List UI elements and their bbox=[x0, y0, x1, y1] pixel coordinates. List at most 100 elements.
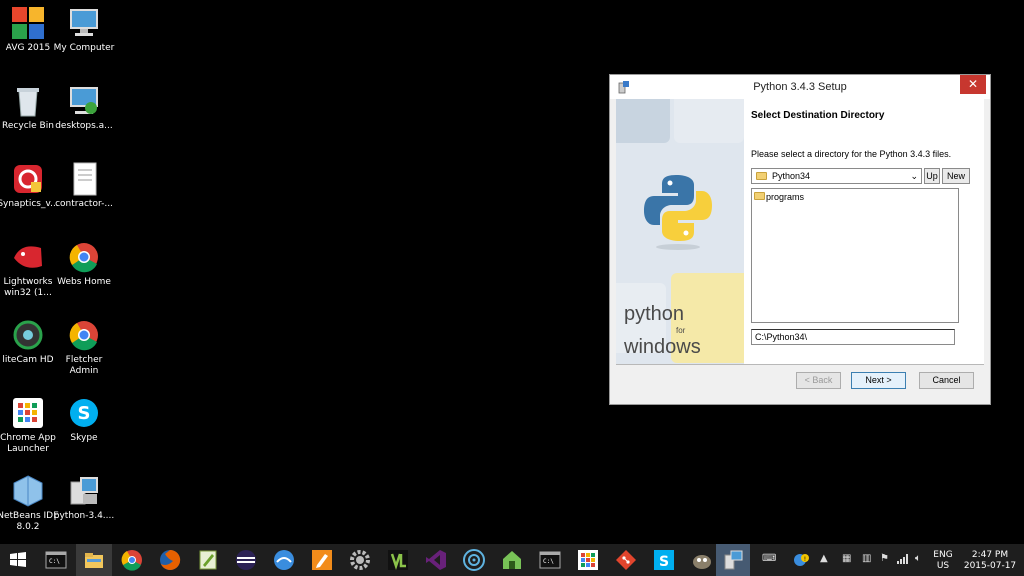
avg-icon bbox=[11, 6, 45, 40]
desktop-icon-label: Chrome App Launcher bbox=[0, 433, 56, 454]
synaptics-installer-icon bbox=[11, 162, 45, 196]
clock-date: 2015-07-17 bbox=[963, 561, 1017, 571]
desktop-icon-desktops[interactable]: desktops.a... bbox=[53, 84, 115, 132]
cancel-button[interactable]: Cancel bbox=[919, 372, 974, 389]
installer-icon bbox=[67, 474, 101, 508]
taskbar-app-launcher[interactable] bbox=[570, 544, 606, 576]
desktop-icon-python-installer[interactable]: python-3.4.... bbox=[53, 474, 115, 522]
taskbar-gimp[interactable] bbox=[684, 544, 720, 576]
skype-icon: S bbox=[653, 549, 675, 571]
input-language[interactable]: ENG US bbox=[930, 550, 956, 572]
taskbar-git[interactable] bbox=[608, 544, 644, 576]
desktop-icon-label: Skype bbox=[70, 433, 98, 443]
action-center-icon[interactable]: ! bbox=[793, 553, 809, 570]
pencil-icon bbox=[311, 549, 333, 571]
desktop-icon-label: liteCam HD bbox=[2, 355, 54, 365]
visual-studio-icon bbox=[425, 549, 447, 571]
taskbar: C:\ C:\ S ⌨ ! ▲ ▦ ▥ ⚑ 🔈︎ ENG US 2:47 PM … bbox=[0, 544, 1024, 576]
taskbar-eclipse[interactable] bbox=[228, 544, 264, 576]
taskbar-atom[interactable] bbox=[456, 544, 492, 576]
new-folder-button[interactable]: New bbox=[942, 168, 970, 184]
back-button[interactable]: < Back bbox=[796, 372, 841, 389]
taskbar-vlc[interactable] bbox=[380, 544, 416, 576]
desktop-icon-webs-home[interactable]: Webs Home bbox=[53, 240, 115, 288]
page-heading: Select Destination Directory bbox=[751, 110, 885, 121]
taskbar-skype[interactable]: S bbox=[646, 544, 682, 576]
keyboard-icon[interactable]: ⌨ bbox=[762, 553, 776, 564]
desktop-icon-label: contractor-... bbox=[55, 199, 113, 209]
desktop-icon-synaptics[interactable]: Synaptics_v... bbox=[0, 162, 59, 210]
litecam-icon bbox=[11, 318, 45, 352]
chrome-icon bbox=[67, 240, 101, 274]
network-icon[interactable]: ▥ bbox=[862, 553, 871, 564]
volume-icon[interactable]: 🔈︎ bbox=[915, 553, 921, 564]
desktop-icon-my-computer[interactable]: My Computer bbox=[53, 6, 115, 54]
folder-name: programs bbox=[766, 192, 805, 202]
python-banner: python for windows bbox=[616, 99, 744, 364]
desktop-icon-netbeans[interactable]: NetBeans IDE 8.0.2 bbox=[0, 474, 59, 533]
android-icon bbox=[501, 549, 523, 571]
network-computer-icon bbox=[67, 84, 101, 118]
desktop-icon-contractor[interactable]: contractor-... bbox=[53, 162, 115, 210]
taskbar-firefox[interactable] bbox=[152, 544, 188, 576]
desktop-icon-avg[interactable]: AVG 2015 bbox=[0, 6, 59, 54]
content-panel: Select Destination Directory Please sele… bbox=[744, 99, 984, 364]
taskbar-python-setup[interactable] bbox=[716, 544, 750, 576]
desktop-icon-chrome-app-launcher[interactable]: Chrome App Launcher bbox=[0, 396, 59, 455]
taskbar-command-prompt[interactable]: C:\ bbox=[38, 544, 74, 576]
close-button[interactable]: ✕ bbox=[960, 75, 986, 94]
desktop-icon-fletcher-admin[interactable]: Fletcher Admin bbox=[53, 318, 115, 377]
taskbar-fiddler[interactable] bbox=[266, 544, 302, 576]
taskbar-settings[interactable] bbox=[342, 544, 378, 576]
folder-icon bbox=[754, 192, 765, 200]
desktop-icon-label: desktops.a... bbox=[55, 121, 113, 131]
command-prompt-icon: C:\ bbox=[45, 549, 67, 571]
title-bar[interactable]: Python 3.4.3 Setup ✕ bbox=[610, 75, 990, 99]
brand-for-text: for bbox=[676, 326, 686, 335]
desktop-icon-label: Lightworks win32 (1... bbox=[3, 277, 53, 298]
gimp-icon bbox=[691, 549, 713, 571]
app-launcher-icon bbox=[577, 549, 599, 571]
taskbar-notepad-plus[interactable] bbox=[190, 544, 226, 576]
fiddler-icon bbox=[273, 549, 295, 571]
desktop-icon-label: NetBeans IDE 8.0.2 bbox=[0, 511, 59, 532]
taskbar-pencil-app[interactable] bbox=[304, 544, 340, 576]
vlc-icon bbox=[387, 549, 409, 571]
directory-select[interactable]: Python34 ⌄ bbox=[751, 168, 922, 184]
flag-icon[interactable]: ⚑ bbox=[880, 553, 889, 564]
path-input[interactable]: C:\Python34\ bbox=[751, 329, 955, 345]
clock[interactable]: 2:47 PM 2015-07-17 bbox=[962, 550, 1018, 572]
taskbar-chrome[interactable] bbox=[114, 544, 150, 576]
app-launcher-icon bbox=[11, 396, 45, 430]
taskbar-android[interactable] bbox=[494, 544, 530, 576]
setup-dialog: Python 3.4.3 Setup ✕ python for windows … bbox=[609, 74, 991, 405]
svg-text:C:\: C:\ bbox=[49, 558, 60, 565]
notepad-plus-icon bbox=[197, 549, 219, 571]
folder-list[interactable]: programs bbox=[751, 188, 959, 323]
up-button[interactable]: Up bbox=[924, 168, 940, 184]
start-button[interactable] bbox=[0, 544, 36, 576]
windows-flag-icon[interactable]: ▦ bbox=[842, 553, 851, 564]
svg-text:C:\: C:\ bbox=[543, 558, 554, 565]
document-icon bbox=[67, 162, 101, 196]
desktop-icon-recycle-bin[interactable]: Recycle Bin bbox=[0, 84, 59, 132]
desktop-icon-lightworks[interactable]: Lightworks win32 (1... bbox=[0, 240, 59, 299]
chrome-icon bbox=[121, 549, 143, 571]
taskbar-visual-studio[interactable] bbox=[418, 544, 454, 576]
desktop-icon-label: Recycle Bin bbox=[2, 121, 54, 131]
next-button[interactable]: Next > bbox=[851, 372, 906, 389]
wifi-signal-icon[interactable] bbox=[897, 553, 909, 567]
clock-time: 2:47 PM bbox=[971, 550, 1009, 560]
desktop-icon-litecam[interactable]: liteCam HD bbox=[0, 318, 59, 366]
brand-python-text: python bbox=[624, 303, 685, 325]
taskbar-command-prompt-2[interactable]: C:\ bbox=[532, 544, 568, 576]
chevron-down-icon: ⌄ bbox=[910, 171, 918, 181]
command-prompt-icon: C:\ bbox=[539, 549, 561, 571]
desktop-icon-skype[interactable]: S Skype bbox=[53, 396, 115, 444]
region-label: US bbox=[936, 561, 950, 571]
taskbar-file-explorer[interactable] bbox=[76, 544, 112, 576]
chevron-up-icon[interactable]: ▲ bbox=[820, 553, 828, 564]
netbeans-icon bbox=[11, 474, 45, 508]
desktop-icon-label: AVG 2015 bbox=[5, 43, 51, 53]
svg-text:S: S bbox=[78, 403, 91, 424]
